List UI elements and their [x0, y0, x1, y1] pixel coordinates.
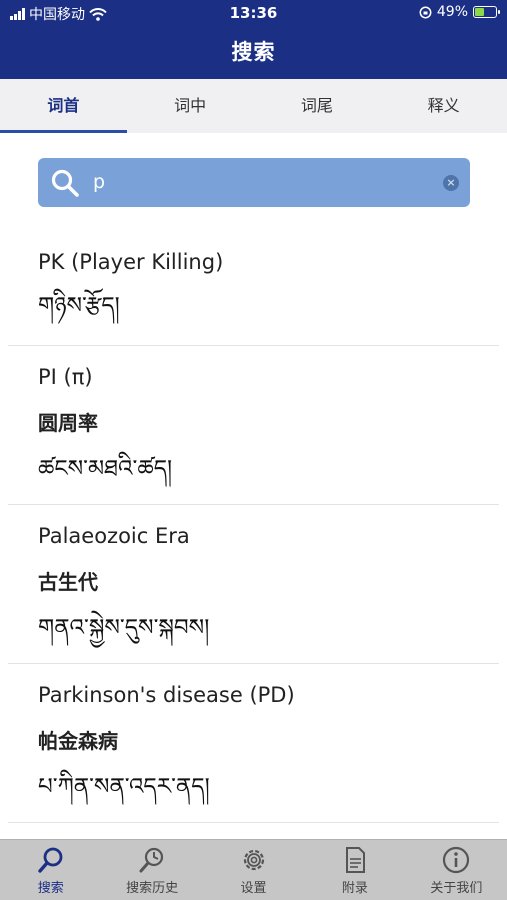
status-bar: 中国移动 13:36 49%: [0, 4, 507, 24]
tab-word-start[interactable]: 词首: [0, 79, 127, 133]
tabbar-search-label: 搜索: [37, 881, 64, 896]
search-mode-tabs: 词首 词中 词尾 释义: [0, 79, 507, 133]
results-list: PK (Player Killing) གཉིས་རྩོད། PI (π) 圆周…: [0, 228, 507, 823]
entry-tibetan: གནའ་སྐྱེས་དུས་སྐབས།: [38, 615, 210, 641]
tabbar-appendix-label: 附录: [341, 881, 368, 896]
tab-word-end[interactable]: 词尾: [254, 79, 381, 133]
tabbar-appendix[interactable]: 附录: [304, 840, 405, 900]
list-item[interactable]: Palaeozoic Era 古生代 གནའ་སྐྱེས་དུས་སྐབས།: [8, 505, 499, 664]
entry-chinese: 圆周率: [38, 411, 98, 435]
status-right: 49%: [419, 4, 500, 20]
battery-percent: 49%: [436, 4, 468, 20]
search-icon: [38, 847, 63, 873]
tabbar-settings[interactable]: 设置: [203, 840, 304, 900]
entry-english: PK (Player Killing): [38, 250, 224, 274]
page-title: 搜索: [231, 40, 276, 64]
bottom-tab-bar: 搜索 搜索历史 设置 附录 关于我们: [0, 839, 507, 900]
orientation-lock-icon: [419, 6, 432, 18]
entry-chinese: 帕金森病: [38, 729, 118, 753]
list-item[interactable]: PK (Player Killing) གཉིས་རྩོད།: [8, 228, 499, 346]
search-bar[interactable]: p ×: [38, 158, 470, 207]
tabbar-about-label: 关于我们: [430, 881, 483, 896]
clear-icon[interactable]: ×: [443, 175, 459, 191]
tab-word-middle[interactable]: 词中: [127, 79, 254, 133]
gear-icon: [243, 849, 264, 871]
search-icon: [51, 169, 79, 197]
tabbar-history[interactable]: 搜索历史: [101, 840, 202, 900]
entry-english: PI (π): [38, 365, 93, 389]
tabbar-about[interactable]: 关于我们: [406, 840, 507, 900]
tab-definition[interactable]: 释义: [380, 79, 507, 133]
document-icon: [345, 847, 365, 873]
entry-tibetan: ཚངས་མཐའི་ཚད།: [38, 456, 173, 482]
battery-icon: [473, 6, 500, 18]
entry-tibetan: པ་ཀིན་སན་འདར་ནད།: [38, 774, 210, 800]
entry-english: Palaeozoic Era: [38, 524, 190, 548]
entry-tibetan: གཉིས་རྩོད།: [38, 293, 120, 319]
tabbar-settings-label: 设置: [240, 881, 267, 896]
info-icon: [443, 846, 470, 874]
entry-english: Parkinson's disease (PD): [38, 683, 295, 707]
search-input[interactable]: p: [93, 158, 105, 207]
app-header: 中国移动 13:36 49% 搜索: [0, 0, 507, 79]
list-item[interactable]: PI (π) 圆周率 ཚངས་མཐའི་ཚད།: [8, 346, 499, 505]
tabbar-history-label: 搜索历史: [126, 881, 179, 896]
entry-chinese: 古生代: [38, 570, 98, 594]
history-icon: [139, 847, 164, 873]
tabbar-search[interactable]: 搜索: [0, 840, 101, 900]
list-item[interactable]: Parkinson's disease (PD) 帕金森病 པ་ཀིན་སན་འ…: [8, 664, 499, 823]
